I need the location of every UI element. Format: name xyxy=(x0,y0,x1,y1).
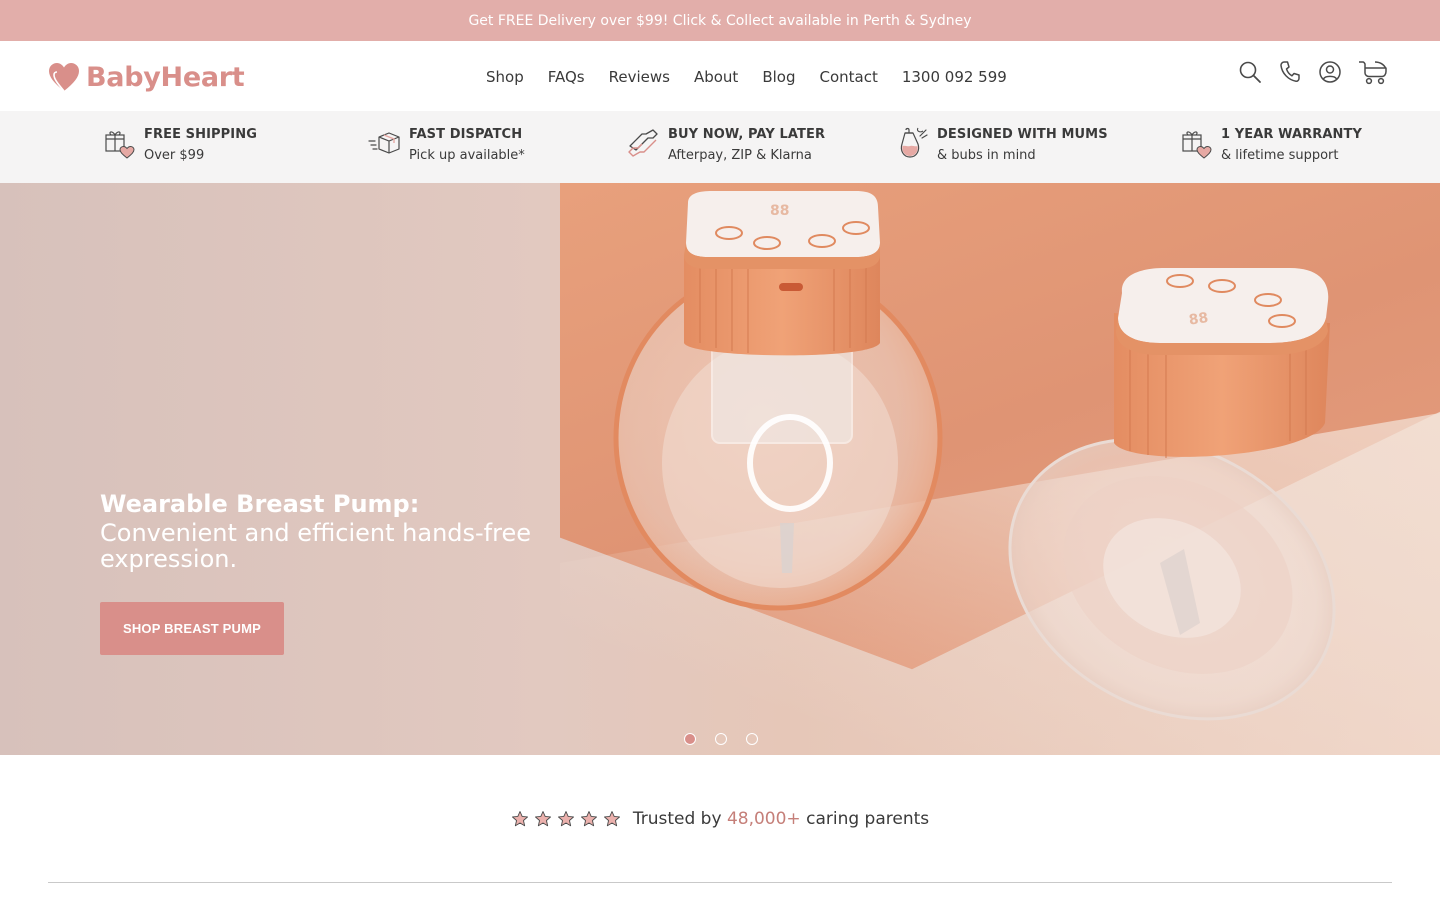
brand-logo[interactable]: BabyHeart xyxy=(48,61,245,93)
star-icon xyxy=(580,811,597,827)
slider-dot-3[interactable] xyxy=(746,733,758,745)
nav-reviews[interactable]: Reviews xyxy=(609,67,670,87)
phone-icon[interactable] xyxy=(1278,59,1302,85)
hero-title: Wearable Breast Pump: xyxy=(100,490,420,518)
svg-text:88: 88 xyxy=(1188,310,1210,329)
usp-bar: FREE SHIPPING Over $99 FAST DISPATCH Pic… xyxy=(0,111,1440,183)
slider-dot-1[interactable] xyxy=(684,733,696,745)
usp-title: FAST DISPATCH xyxy=(409,127,523,142)
usp-fast-dispatch: FAST DISPATCH Pick up available* xyxy=(367,125,525,166)
trust-strip: Trusted by 48,000+ caring parents xyxy=(0,806,1440,832)
usp-title: DESIGNED WITH MUMS xyxy=(937,127,1108,142)
bottle-icon xyxy=(895,125,929,161)
trust-prefix: Trusted by xyxy=(632,809,727,829)
repeat-icon xyxy=(626,125,660,161)
rating-stars xyxy=(511,810,621,828)
header-tools xyxy=(1238,59,1388,85)
trust-suffix: caring parents xyxy=(800,809,930,829)
nav-phone-number[interactable]: 1300 092 599 xyxy=(902,67,1007,87)
cart-icon[interactable] xyxy=(1358,59,1388,85)
slider-dots xyxy=(684,733,758,745)
site-header: BabyHeart Shop FAQs Reviews About Blog C… xyxy=(0,41,1440,111)
hero-slider: 88 88 Wearable Breast Pump: Convenient a… xyxy=(0,183,1440,755)
nav-about[interactable]: About xyxy=(694,67,738,87)
heart-logo-icon xyxy=(49,63,79,92)
breast-pump-product-image: 88 88 xyxy=(613,191,1336,721)
usp-subtitle: Over $99 xyxy=(144,148,205,163)
announcement-text: Get FREE Delivery over $99! Click & Coll… xyxy=(468,12,972,29)
usp-title: BUY NOW, PAY LATER xyxy=(668,127,826,142)
star-icon xyxy=(511,811,528,827)
gift-heart-icon xyxy=(102,125,136,161)
gift-heart-icon xyxy=(1179,125,1213,161)
usp-subtitle: & lifetime support xyxy=(1221,148,1339,163)
nav-faqs[interactable]: FAQs xyxy=(548,67,585,87)
nav-shop[interactable]: Shop xyxy=(486,67,524,87)
usp-subtitle: Afterpay, ZIP & Klarna xyxy=(668,148,812,163)
usp-subtitle: Pick up available* xyxy=(409,148,525,163)
shop-breast-pump-button[interactable]: SHOP BREAST PUMP xyxy=(100,602,284,655)
hero-subtitle: Convenient and efficient hands-free expr… xyxy=(100,519,531,573)
trust-count: 48,000+ xyxy=(726,809,801,829)
brand-name: BabyHeart xyxy=(86,61,245,93)
main-nav: Shop FAQs Reviews About Blog Contact 130… xyxy=(486,67,1007,87)
star-icon xyxy=(603,811,620,827)
usp-pay-later: BUY NOW, PAY LATER Afterpay, ZIP & Klarn… xyxy=(626,125,825,166)
trust-text: Trusted by 48,000+ caring parents xyxy=(633,809,929,829)
hero-headline: Wearable Breast Pump: Convenient and eff… xyxy=(100,490,560,572)
usp-warranty: 1 YEAR WARRANTY & lifetime support xyxy=(1179,125,1362,166)
star-icon xyxy=(557,811,574,827)
slider-dot-2[interactable] xyxy=(715,733,727,745)
star-icon xyxy=(534,811,551,827)
usp-subtitle: & bubs in mind xyxy=(937,148,1036,163)
section-divider xyxy=(48,882,1392,883)
nav-contact[interactable]: Contact xyxy=(819,67,877,87)
account-icon[interactable] xyxy=(1318,59,1342,85)
usp-title: FREE SHIPPING xyxy=(144,127,257,142)
nav-blog[interactable]: Blog xyxy=(762,67,795,87)
usp-free-shipping: FREE SHIPPING Over $99 xyxy=(102,125,257,166)
box-icon xyxy=(367,125,401,161)
usp-designed-with-mums: DESIGNED WITH MUMS & bubs in mind xyxy=(895,125,1108,166)
usp-title: 1 YEAR WARRANTY xyxy=(1221,127,1363,142)
announcement-bar: Get FREE Delivery over $99! Click & Coll… xyxy=(0,0,1440,41)
svg-text:88: 88 xyxy=(770,203,789,219)
search-icon[interactable] xyxy=(1238,59,1262,85)
